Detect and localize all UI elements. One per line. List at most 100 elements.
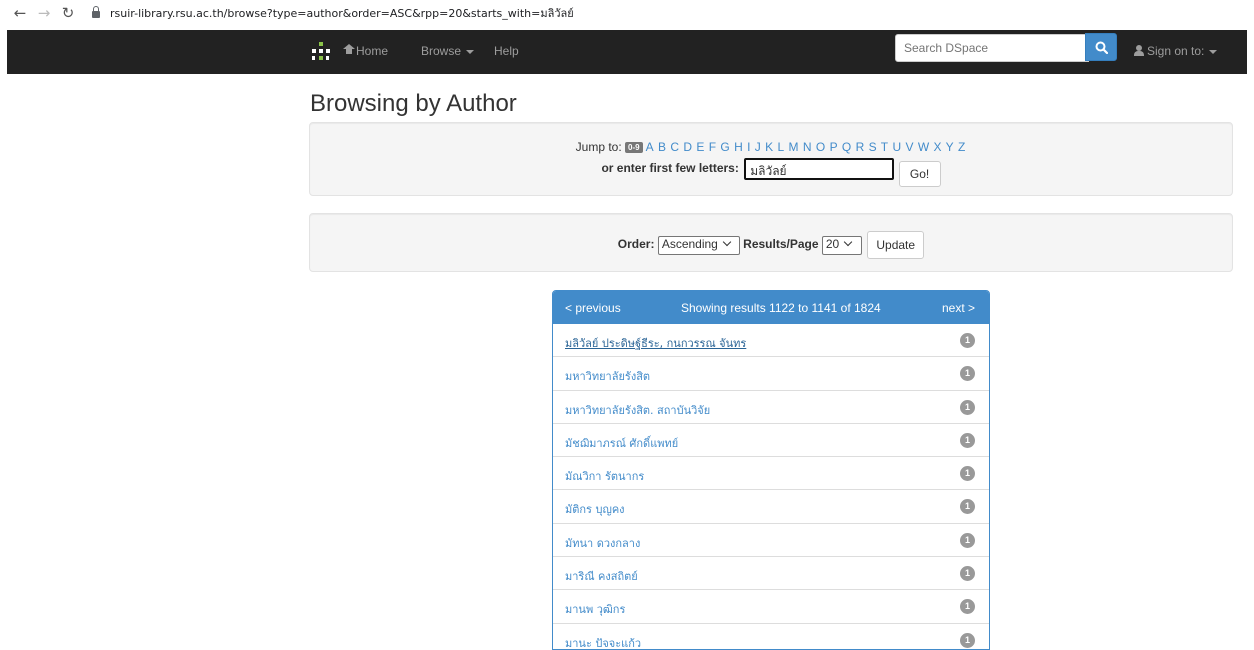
forward-arrow-icon[interactable]: →	[34, 4, 54, 22]
count-badge: 1	[960, 532, 975, 548]
sign-on-label: Sign on to:	[1147, 44, 1205, 58]
jump-letter-o[interactable]: O	[816, 140, 825, 154]
order-select-value: Ascending	[661, 236, 718, 251]
jump-to-line: Jump to: 0-9 A B C D E F G H I J K L M N …	[310, 140, 1232, 154]
caret-down-icon	[1209, 49, 1218, 54]
author-link[interactable]: มัณวิกา รัตนากร	[565, 467, 644, 485]
nav-help-link[interactable]: Help	[494, 44, 519, 58]
jump-to-panel: Jump to: 0-9 A B C D E F G H I J K L M N …	[309, 122, 1233, 196]
user-icon	[1134, 45, 1144, 56]
starts-with-input[interactable]: มลิวัลย์	[744, 158, 895, 180]
count-badge: 1	[960, 466, 975, 482]
nav-help-label: Help	[494, 44, 519, 58]
count-badge: 1	[960, 432, 975, 448]
jump-letter-e[interactable]: E	[696, 140, 704, 154]
results-status: Showing results 1122 to 1141 of 1824	[681, 301, 881, 315]
previous-link[interactable]: < previous	[565, 301, 621, 315]
results-list: มลิวัลย์ ประดิษฐ์ธีระ, กนกวรรณ จันทร 1 มหา…	[553, 324, 989, 649]
browser-address-bar: ← → ↻ rsuir-library.rsu.ac.th/browse?typ…	[0, 0, 1254, 26]
jump-letter-v[interactable]: V	[905, 140, 913, 154]
jump-letter-x[interactable]: X	[934, 140, 942, 154]
nav-browse-label: Browse	[421, 44, 462, 58]
count-badge: 1	[960, 366, 975, 382]
order-line: Order: Ascending Results/Page 20 Update	[310, 231, 1232, 259]
nav-home-link[interactable]: Home	[343, 44, 389, 58]
back-arrow-icon[interactable]: ←	[10, 4, 30, 22]
list-item: มัณวิกา รัตนากร 1	[553, 457, 989, 491]
url-field[interactable]: rsuir-library.rsu.ac.th/browse?type=auth…	[110, 4, 574, 22]
order-label: Order:	[617, 237, 655, 252]
dspace-logo-icon[interactable]	[312, 42, 330, 60]
enter-letters-label: or enter first few letters:	[601, 161, 739, 176]
author-link[interactable]: มานะ ปัจจะแก้ว	[565, 634, 641, 649]
jump-letter-i[interactable]: I	[747, 140, 750, 154]
jump-letter-h[interactable]: H	[734, 140, 743, 154]
results-per-page-label: Results/Page	[743, 237, 819, 252]
rpp-select[interactable]: 20	[821, 235, 862, 255]
jump-letter-t[interactable]: T	[881, 140, 888, 154]
nav-home-label: Home	[356, 44, 389, 58]
jump-letter-f[interactable]: F	[709, 140, 716, 154]
chevron-down-icon	[722, 237, 732, 246]
jump-letter-s[interactable]: S	[869, 140, 877, 154]
jump-letter-z[interactable]: Z	[958, 140, 965, 154]
reload-icon[interactable]: ↻	[58, 4, 78, 22]
jump-letter-j[interactable]: J	[755, 140, 761, 154]
jump-letter-y[interactable]: Y	[946, 140, 954, 154]
go-button[interactable]: Go!	[898, 161, 941, 187]
jump-letter-r[interactable]: R	[856, 140, 865, 154]
count-badge: 1	[960, 632, 975, 648]
results-panel-heading: < previous Showing results 1122 to 1141 …	[553, 291, 989, 324]
list-item: มานะ ปัจจะแก้ว 1	[553, 624, 989, 649]
list-item: มัทนา ดวงกลาง 1	[553, 524, 989, 558]
order-select[interactable]: Ascending	[657, 235, 740, 255]
author-link[interactable]: มลิวัลย์ ประดิษฐ์ธีระ, กนกวรรณ จันทร	[565, 334, 746, 352]
jump-letter-u[interactable]: U	[892, 140, 901, 154]
jump-letter-q[interactable]: Q	[842, 140, 851, 154]
jump-letter-n[interactable]: N	[803, 140, 812, 154]
jump-letter-g[interactable]: G	[720, 140, 729, 154]
search-input[interactable]	[895, 34, 1089, 62]
jump-to-label: Jump to:	[575, 140, 622, 154]
caret-down-icon	[466, 49, 475, 54]
search-icon	[1095, 41, 1108, 54]
sign-on-dropdown[interactable]: Sign on to:	[1134, 44, 1218, 58]
list-item: มลิวัลย์ ประดิษฐ์ธีระ, กนกวรรณ จันทร 1	[553, 324, 989, 358]
jump-letter-b[interactable]: B	[658, 140, 666, 154]
count-badge: 1	[960, 566, 975, 582]
author-link[interactable]: มหาวิทยาลัยรังสิต. สถาบันวิจัย	[565, 401, 710, 419]
list-item: มัชฌิมาภรณ์ ศักดิ์แพทย์ 1	[553, 424, 989, 458]
results-panel: < previous Showing results 1122 to 1141 …	[552, 290, 990, 650]
rpp-select-value: 20	[825, 236, 840, 251]
jump-letter-l[interactable]: L	[777, 140, 784, 154]
home-icon	[343, 44, 355, 55]
jump-letter-w[interactable]: W	[918, 140, 929, 154]
count-badge: 1	[960, 399, 975, 415]
author-link[interactable]: มาริณี คงสถิตย์	[565, 567, 638, 585]
jump-letter-k[interactable]: K	[765, 140, 773, 154]
author-link[interactable]: มัชฌิมาภรณ์ ศักดิ์แพทย์	[565, 434, 678, 452]
nav-browse-dropdown[interactable]: Browse	[421, 44, 475, 58]
jump-letter-d[interactable]: D	[683, 140, 692, 154]
author-link[interactable]: มานพ วุฒิกร	[565, 600, 625, 618]
jump-letter-c[interactable]: C	[670, 140, 679, 154]
jump-letter-a[interactable]: A	[646, 140, 654, 154]
list-item: มหาวิทยาลัยรังสิต. สถาบันวิจัย 1	[553, 391, 989, 424]
jump-letter-m[interactable]: M	[789, 140, 799, 154]
count-badge: 1	[960, 333, 975, 348]
count-badge: 1	[960, 499, 975, 515]
update-button[interactable]: Update	[867, 231, 925, 259]
order-panel: Order: Ascending Results/Page 20 Update	[309, 213, 1233, 272]
author-link[interactable]: มัติกร บุญคง	[565, 500, 625, 518]
page-title: Browsing by Author	[310, 90, 517, 117]
author-link[interactable]: มหาวิทยาลัยรังสิต	[565, 367, 650, 385]
next-link[interactable]: next >	[942, 301, 975, 315]
jump-badge-0-9[interactable]: 0-9	[625, 142, 643, 153]
lock-icon[interactable]	[92, 5, 100, 18]
author-link[interactable]: มัทนา ดวงกลาง	[565, 534, 640, 552]
jump-letter-p[interactable]: P	[830, 140, 838, 154]
search-button[interactable]	[1085, 33, 1117, 61]
count-badge: 1	[960, 599, 975, 615]
chevron-down-icon	[843, 237, 853, 246]
enter-letters-line: or enter first few letters: มลิวัลย์ Go!	[310, 156, 1232, 187]
